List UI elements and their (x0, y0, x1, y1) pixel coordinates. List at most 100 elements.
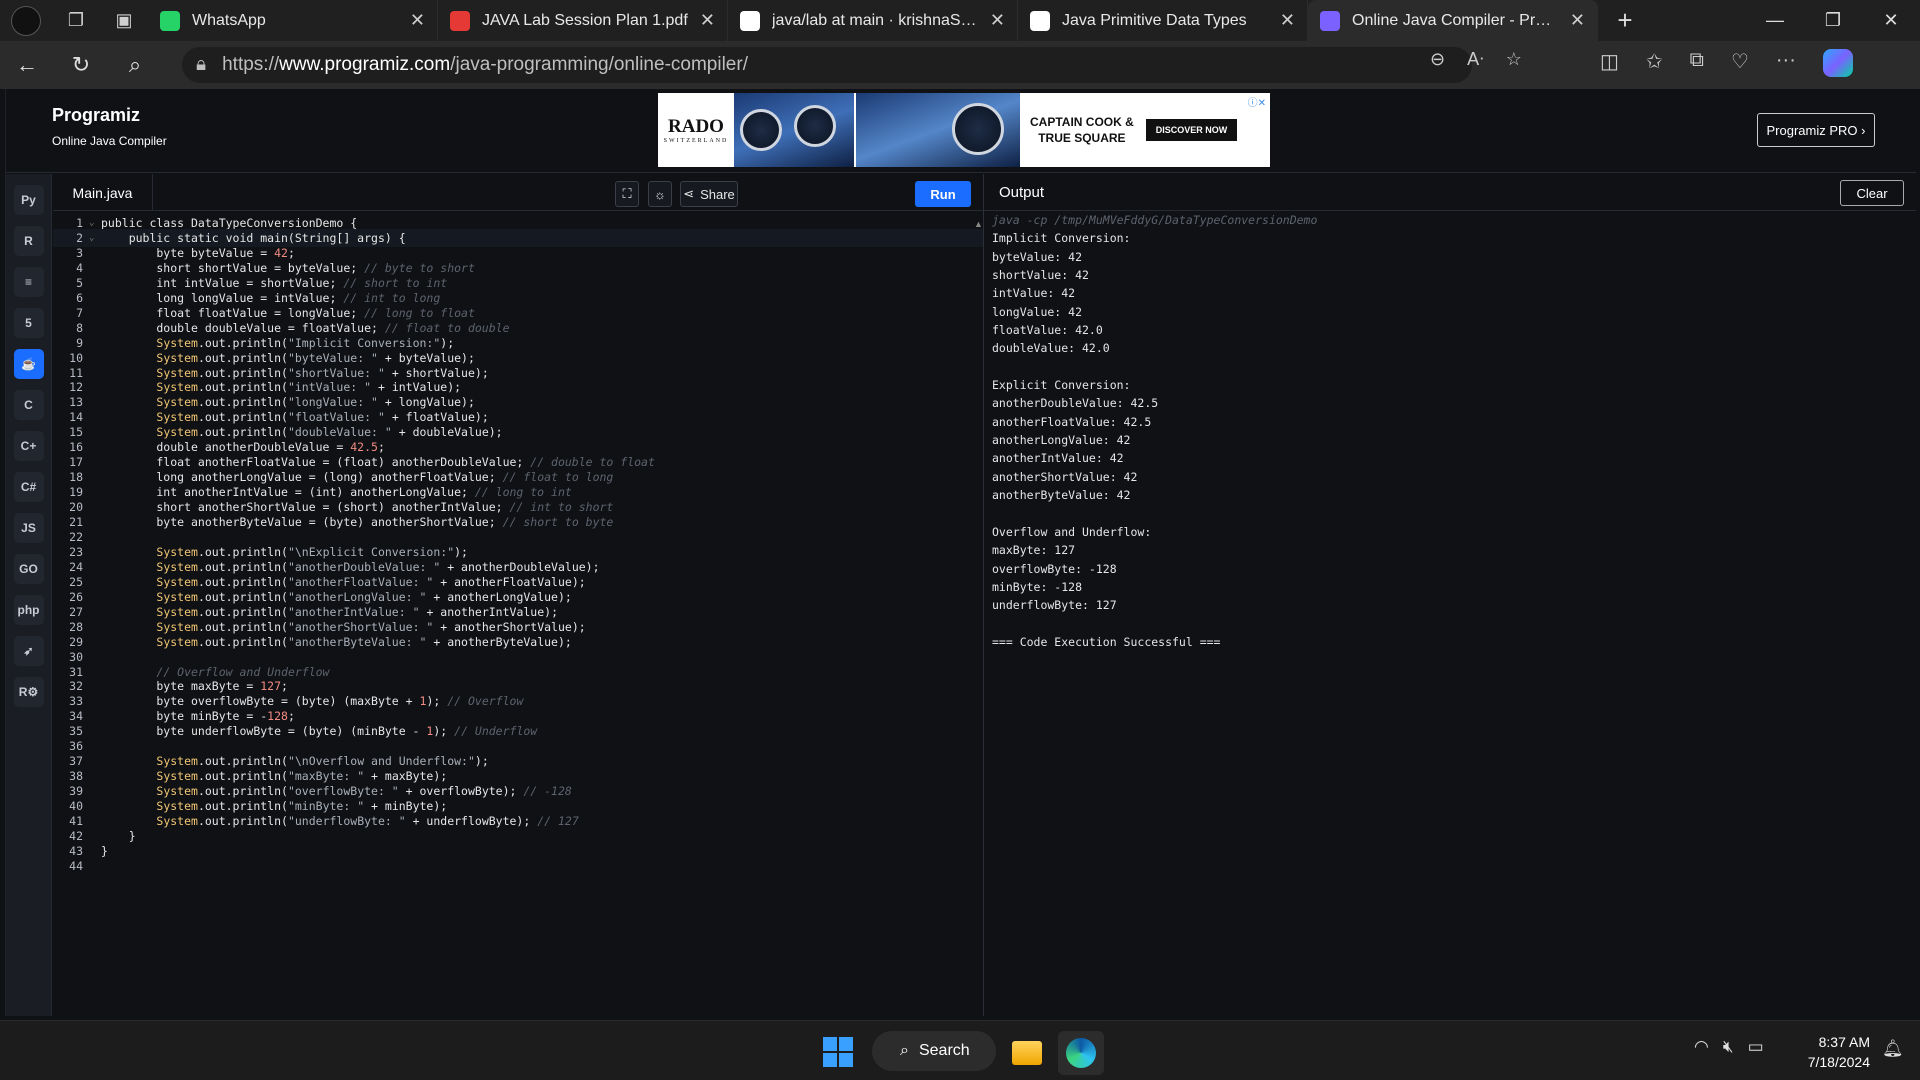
code-line[interactable]: 44 (53, 857, 983, 875)
browser-tab[interactable]: java/lab at main · krishnaSubram ✕ (728, 0, 1018, 41)
browser-tab-title: Java Primitive Data Types (1062, 11, 1247, 29)
browser-essentials-icon[interactable]: ♡ (1731, 49, 1749, 77)
start-button[interactable] (823, 1037, 853, 1067)
code-editor[interactable]: 1 ⌄ public class DataTypeConversionDemo {2… (53, 212, 983, 1016)
output-line: Overflow and Underflow: (992, 524, 1152, 539)
notifications-icon[interactable]: 🔔︎ (1882, 1039, 1904, 1059)
battery-icon[interactable]: ▭ (1748, 1037, 1764, 1057)
search-icon[interactable]: ⌕ (108, 52, 162, 78)
minimize-icon[interactable]: — (1746, 0, 1804, 41)
browser-tab[interactable]: JAVA Lab Session Plan 1.pdf ✕ (438, 0, 728, 41)
collections-icon[interactable]: ⧉ (1690, 49, 1704, 77)
favorite-star-icon[interactable]: ☆ (1506, 49, 1522, 70)
code-text: System.out.println("anotherByteValue: " … (156, 634, 572, 649)
run-button[interactable]: Run (915, 181, 971, 207)
output-line: anotherIntValue: 42 (992, 451, 1124, 466)
programiz-pro-button[interactable]: Programiz PRO › (1757, 113, 1875, 147)
programiz-logo[interactable]: Programiz Online Java Compiler (52, 105, 167, 148)
zoom-icon[interactable]: ⊖ (1430, 49, 1445, 70)
taskbar-search[interactable]: ⌕ Search (872, 1031, 996, 1071)
line-number: 24 (69, 559, 83, 574)
refresh-icon[interactable]: ↻ (54, 52, 108, 78)
cpp-icon[interactable]: C+ (13, 431, 44, 461)
code-text: System.out.println("Implicit Conversion:… (156, 335, 455, 350)
favorites-icon[interactable]: ✩ (1646, 49, 1663, 77)
r-icon[interactable]: R (13, 226, 44, 256)
line-number: 22 (69, 529, 83, 544)
go-icon[interactable]: GO (13, 554, 44, 584)
share-button[interactable]: ⋖ Share (680, 181, 738, 207)
code-text: byte byteValue = 42; (101, 245, 295, 260)
php-icon[interactable]: php (13, 595, 44, 625)
code-text: System.out.println("intValue: " + intVal… (156, 380, 462, 395)
python-icon[interactable]: Py (13, 185, 44, 215)
close-tab-icon[interactable]: ✕ (1280, 10, 1295, 31)
output-line: anotherDoubleValue: 42.5 (992, 396, 1159, 411)
csharp-icon[interactable]: C# (13, 472, 44, 502)
fold-icon[interactable]: ⌄ (89, 233, 97, 243)
line-number: 36 (69, 739, 83, 754)
clear-button[interactable]: Clear (1840, 180, 1904, 206)
browser-tab[interactable]: Java Primitive Data Types ✕ (1018, 0, 1308, 41)
scroll-up-icon[interactable]: ▲ (974, 219, 983, 229)
browser-tab[interactable]: Online Java Compiler - Programiz ✕ (1308, 0, 1598, 41)
windows-logo-pane (823, 1037, 837, 1051)
workspaces-icon[interactable]: ❐ (52, 0, 100, 41)
line-number: 31 (69, 664, 83, 679)
window-controls: — ❐ ✕ (1746, 0, 1920, 41)
theme-toggle-icon[interactable]: ☼ (648, 181, 672, 207)
output-line: shortValue: 42 (992, 268, 1089, 283)
brand-name: Programiz (52, 105, 141, 125)
fold-icon[interactable]: ⌄ (89, 218, 97, 228)
c-icon[interactable]: C (13, 390, 44, 420)
browser-tab-title: JAVA Lab Session Plan 1.pdf (482, 11, 688, 29)
ad-watch-image (856, 93, 1020, 167)
panel-divider[interactable] (983, 174, 984, 1016)
rust-icon[interactable]: R⚙ (13, 677, 44, 707)
output-line: anotherLongValue: 42 (992, 433, 1131, 448)
close-tab-icon[interactable]: ✕ (1570, 10, 1585, 31)
advertisement-banner[interactable]: RADO SWITZERLAND CAPTAIN COOK & TRUE SQUAR… (658, 93, 1270, 167)
read-aloud-icon[interactable]: Aᐧ (1467, 49, 1484, 70)
ad-copy: CAPTAIN COOK & TRUE SQUARE DISCOVER NOW (1020, 93, 1270, 167)
restore-icon[interactable]: ❐ (1804, 0, 1862, 41)
line-number: 6 (76, 290, 83, 305)
fullscreen-icon[interactable]: ⛶ (615, 181, 639, 207)
line-number: 43 (69, 843, 83, 858)
taskbar-clock[interactable]: 8:37 AM 7/18/2024 (1790, 1032, 1870, 1072)
windows-logo-pane (839, 1037, 853, 1051)
line-number: 2 (76, 230, 83, 245)
sql-icon[interactable]: ≡ (13, 267, 44, 297)
profile-button[interactable] (0, 0, 52, 41)
more-icon[interactable]: ··· (1776, 49, 1796, 77)
close-tab-icon[interactable]: ✕ (990, 10, 1005, 31)
close-window-icon[interactable]: ✕ (1862, 0, 1920, 41)
html-icon[interactable]: 5 (13, 308, 44, 338)
wifi-icon[interactable]: ◠ (1694, 1037, 1709, 1057)
close-tab-icon[interactable]: ✕ (700, 10, 715, 31)
edge-icon[interactable] (1058, 1031, 1104, 1075)
tab-actions-icon[interactable]: ▣ (100, 0, 148, 41)
ad-cta-button[interactable]: DISCOVER NOW (1145, 119, 1238, 141)
java-icon[interactable]: ☕ (13, 349, 44, 379)
code-text: byte anotherByteValue = (byte) anotherSh… (101, 515, 614, 529)
copilot-icon[interactable] (1822, 49, 1853, 77)
code-text: long anotherLongValue = (long) anotherFl… (101, 470, 614, 485)
close-tab-icon[interactable]: ✕ (410, 10, 425, 31)
line-number: 4 (76, 260, 83, 275)
javascript-icon[interactable]: JS (13, 513, 44, 543)
file-tab-main-java[interactable]: Main.java (53, 174, 153, 211)
ad-brand-sub: SWITZERLAND (663, 138, 729, 144)
line-number: 5 (76, 275, 83, 290)
file-explorer-icon[interactable] (1004, 1031, 1050, 1075)
back-icon[interactable]: ← (0, 52, 54, 78)
line-number: 39 (69, 784, 83, 799)
code-text: System.out.println("doubleValue: " + dou… (156, 425, 503, 440)
browser-tab[interactable]: WhatsApp ✕ (148, 0, 438, 41)
swift-icon[interactable]: ➶ (13, 636, 44, 666)
split-screen-icon[interactable]: ◫ (1600, 49, 1619, 77)
ad-choices-icon[interactable]: ⓘ✕ (1248, 94, 1266, 109)
new-tab-button[interactable]: + (1598, 0, 1652, 41)
volume-muted-icon[interactable]: 🔇︎ (1723, 1037, 1734, 1057)
url-field[interactable]: 🔒︎ https://www.programiz.com/java-progra… (182, 47, 1472, 83)
